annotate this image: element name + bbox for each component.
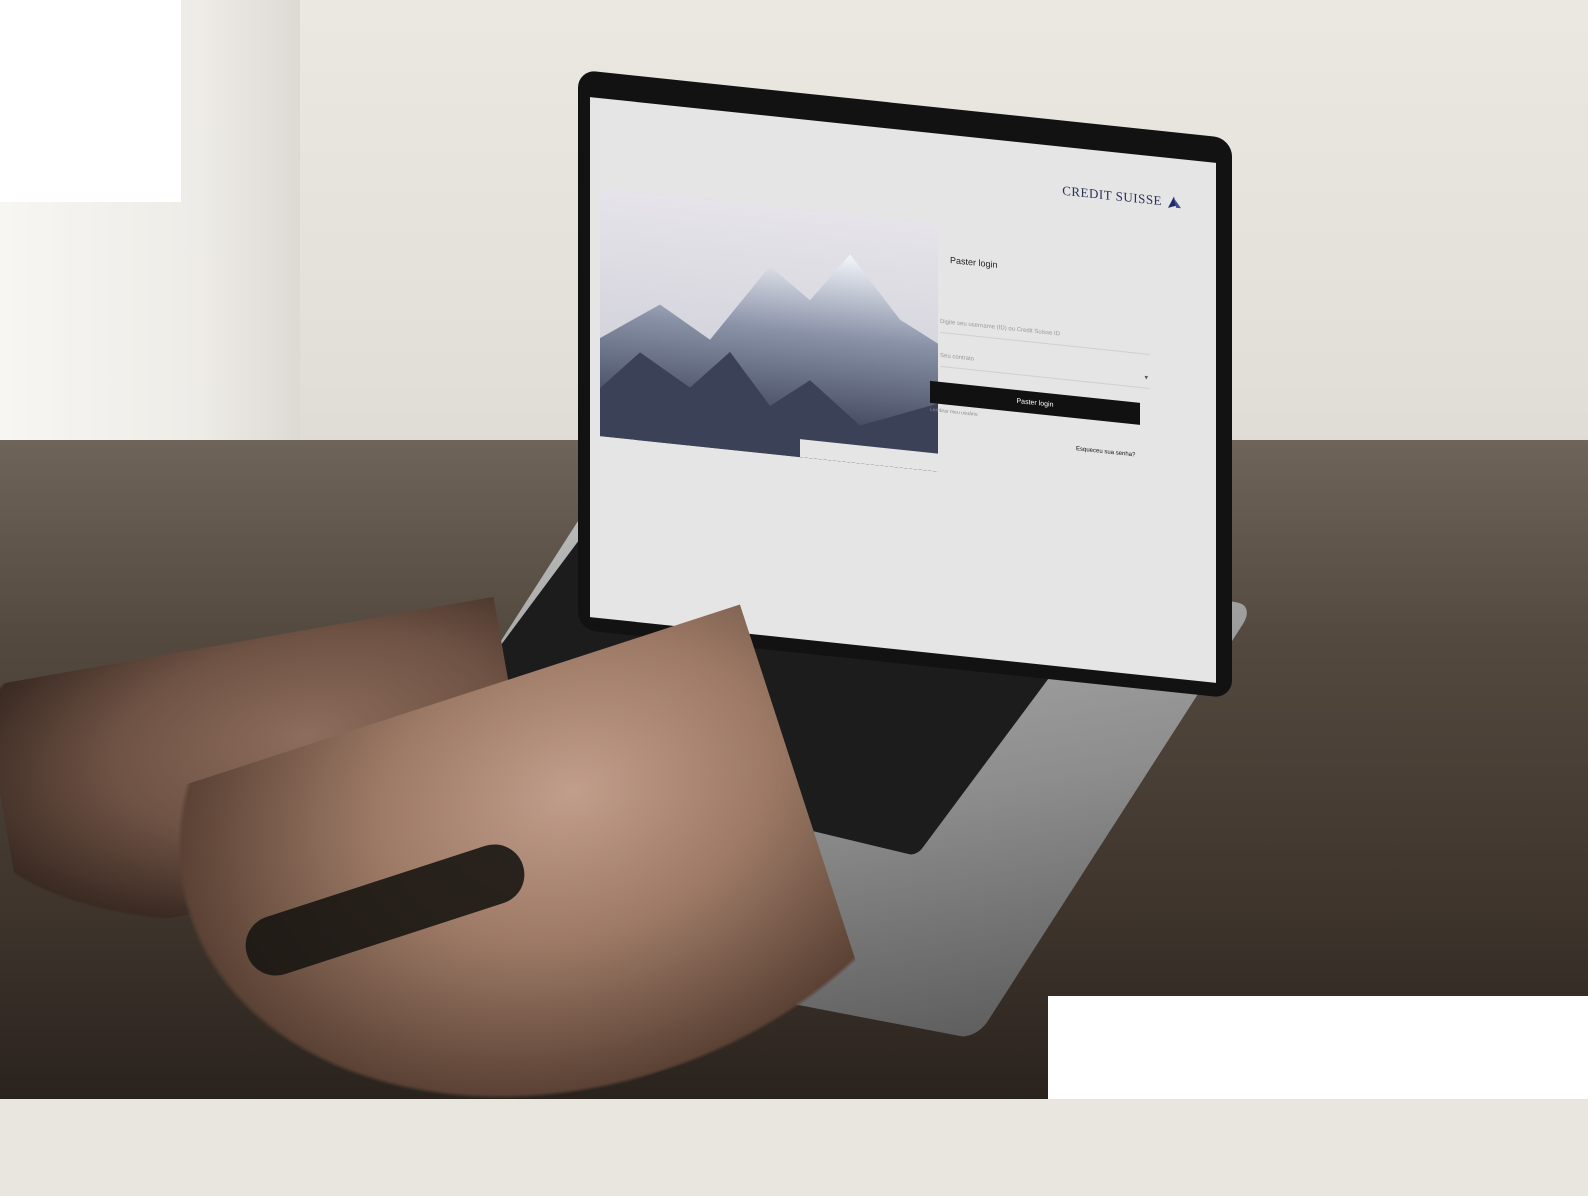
white-overlay-bottom-right xyxy=(1048,996,1588,1099)
forgot-password-link[interactable]: Esqueceu sua senha? xyxy=(1076,446,1135,458)
mountain-hero-image xyxy=(600,188,938,472)
photo-scene: CREDIT SUISSE Paster login Digite seu us… xyxy=(0,0,1588,1196)
laptop-screen: CREDIT SUISSE Paster login Digite seu us… xyxy=(590,97,1216,683)
white-overlay-top-left xyxy=(0,0,181,202)
contract-placeholder: Seu contrato xyxy=(940,352,975,363)
login-title: Paster login xyxy=(950,254,998,270)
contract-select[interactable]: Seu contrato ▾ xyxy=(940,345,1150,389)
login-button[interactable]: Paster login xyxy=(930,380,1140,425)
brand-wordmark: CREDIT SUISSE xyxy=(1062,182,1162,209)
chevron-down-icon: ▾ xyxy=(1144,374,1148,382)
sail-logo-icon xyxy=(1166,195,1182,211)
brand-logo: CREDIT SUISSE xyxy=(1062,183,1182,212)
username-placeholder: Digite seu username (ID) ou Credit Suiss… xyxy=(940,318,1061,338)
